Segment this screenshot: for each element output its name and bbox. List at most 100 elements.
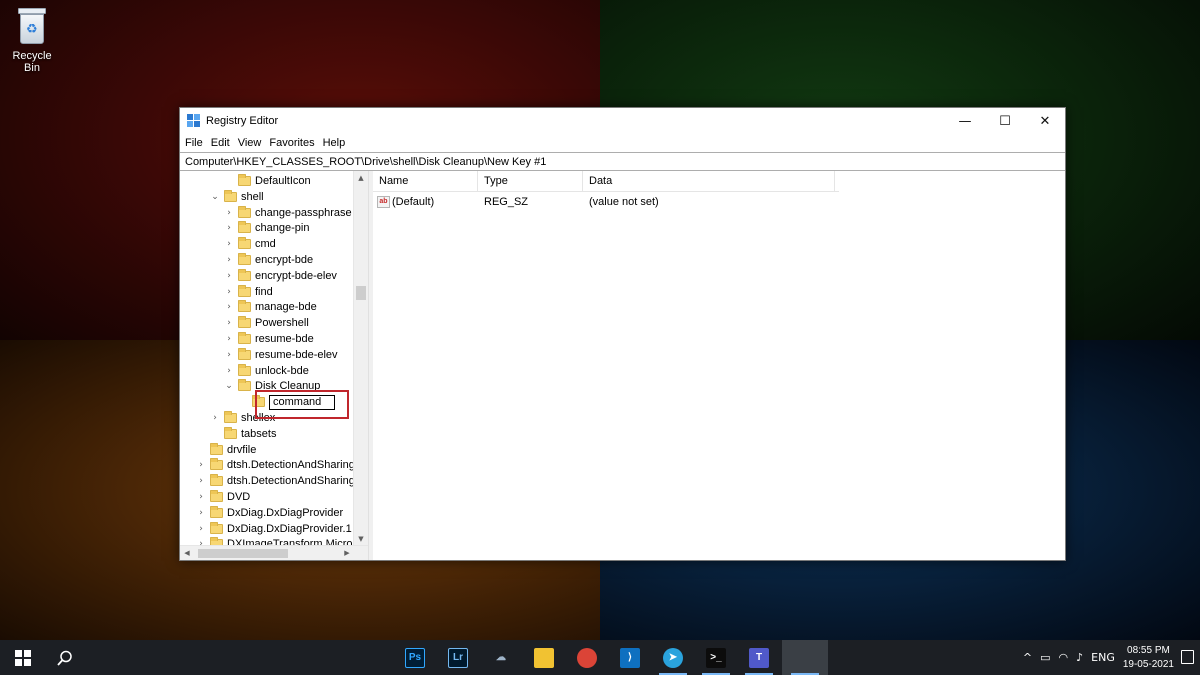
- chevron-right-icon[interactable]: ›: [196, 460, 206, 470]
- start-button[interactable]: [0, 640, 46, 675]
- address-bar[interactable]: Computer\HKEY_CLASSES_ROOT\Drive\shell\D…: [180, 152, 1065, 171]
- scroll-up-icon[interactable]: ▲: [354, 171, 368, 185]
- taskbar-app-button[interactable]: ⟩: [607, 640, 653, 675]
- key-tree-pane[interactable]: DefaultIcon ⌄ shell › change-passphrase › chan…: [180, 171, 369, 560]
- chevron-right-icon[interactable]: ›: [224, 302, 234, 312]
- tree-item-label: change-passphrase: [255, 206, 352, 219]
- taskbar-app-button[interactable]: ☁: [478, 640, 524, 675]
- tray-overflow-chevron-icon[interactable]: ^: [1023, 651, 1032, 664]
- tree-item[interactable]: › cmd: [224, 236, 276, 252]
- recycle-bin-shortcut[interactable]: Recycle Bin: [4, 6, 60, 74]
- chevron-right-icon[interactable]: ›: [224, 334, 234, 344]
- tree-item[interactable]: › encrypt-bde-elev: [224, 268, 337, 284]
- notification-center-icon[interactable]: [1181, 650, 1194, 664]
- tree-item[interactable]: › find: [224, 284, 273, 300]
- tree-item[interactable]: › change-passphrase: [224, 205, 352, 221]
- taskbar-app-button[interactable]: [521, 640, 567, 675]
- tree-item[interactable]: › unlock-bde: [224, 363, 309, 379]
- value-type: REG_SZ: [484, 196, 529, 208]
- taskbar-app-button[interactable]: Ps: [392, 640, 438, 675]
- scroll-down-icon[interactable]: ▼: [354, 532, 368, 546]
- menu-file[interactable]: File: [185, 137, 203, 149]
- scroll-left-icon[interactable]: ◀: [180, 546, 194, 560]
- tree-item[interactable]: › change-pin: [224, 220, 309, 236]
- column-header-type[interactable]: Type: [478, 171, 583, 192]
- maximize-button[interactable]: ☐: [985, 108, 1025, 134]
- tree-item[interactable]: › dtsh.DetectionAndSharing: [196, 473, 354, 489]
- tree-item[interactable]: › Powershell: [224, 315, 309, 331]
- lightroom-icon: Lr: [448, 647, 468, 668]
- chevron-right-icon[interactable]: ›: [224, 239, 234, 249]
- tree-item[interactable]: › resume-bde: [224, 331, 314, 347]
- tree-item[interactable]: › DxDiag.DxDiagProvider: [196, 505, 343, 521]
- values-list-pane[interactable]: Name Type Data ab (Default) REG_SZ (valu…: [373, 171, 1065, 560]
- chevron-right-icon[interactable]: ›: [210, 413, 220, 423]
- string-value-icon: ab: [377, 196, 390, 208]
- chevron-right-icon[interactable]: ›: [196, 476, 206, 486]
- tree-item[interactable]: › dtsh.DetectionAndSharing: [196, 457, 354, 473]
- window-titlebar[interactable]: Registry Editor — ☐ ✕: [180, 108, 1065, 134]
- chevron-right-icon[interactable]: ›: [196, 524, 206, 534]
- tree-item-label: DxDiag.DxDiagProvider.1: [227, 522, 352, 535]
- chevron-right-icon[interactable]: ›: [224, 350, 234, 360]
- search-button[interactable]: [42, 640, 88, 675]
- column-header-data[interactable]: Data: [583, 171, 835, 192]
- volume-icon[interactable]: ♪: [1076, 651, 1083, 664]
- close-button[interactable]: ✕: [1025, 108, 1065, 134]
- menu-favorites[interactable]: Favorites: [269, 137, 314, 149]
- taskbar-app-button[interactable]: T: [736, 640, 782, 675]
- tree-item-label: DxDiag.DxDiagProvider: [227, 506, 344, 519]
- chevron-right-icon[interactable]: ›: [224, 223, 234, 233]
- folder-icon: [210, 490, 223, 502]
- tree-item-label: Powershell: [255, 317, 309, 330]
- clock[interactable]: 08:55 PM 19-05-2021: [1123, 644, 1174, 672]
- scroll-right-icon[interactable]: ▶: [340, 546, 354, 560]
- taskbar-app-button[interactable]: [782, 640, 828, 675]
- minimize-button[interactable]: —: [945, 108, 985, 134]
- battery-icon[interactable]: ▭: [1040, 651, 1050, 664]
- taskbar-app-button[interactable]: >_: [693, 640, 739, 675]
- tree-item[interactable]: › DxDiag.DxDiagProvider.1: [196, 521, 352, 537]
- chevron-right-icon[interactable]: ›: [196, 492, 206, 502]
- tree-item[interactable]: tabsets: [210, 426, 276, 442]
- terminal-icon: >_: [706, 647, 726, 668]
- tree-item-label: find: [255, 285, 273, 298]
- chevron-right-icon[interactable]: ›: [224, 318, 234, 328]
- tree-item[interactable]: DefaultIcon: [224, 173, 311, 189]
- column-header-name[interactable]: Name: [373, 171, 478, 192]
- value-row[interactable]: ab (Default) REG_SZ (value not set): [373, 193, 833, 211]
- scroll-thumb[interactable]: [356, 286, 366, 300]
- tree-item[interactable]: › DVD: [196, 489, 250, 505]
- teams-icon: T: [749, 647, 769, 668]
- taskbar-app-button[interactable]: Lr: [435, 640, 481, 675]
- tree-item[interactable]: › manage-bde: [224, 299, 317, 315]
- tree-item[interactable]: › encrypt-bde: [224, 252, 313, 268]
- chevron-right-icon[interactable]: ›: [224, 366, 234, 376]
- chevron-right-icon[interactable]: ›: [224, 287, 234, 297]
- language-indicator[interactable]: ENG: [1091, 651, 1115, 664]
- search-icon: [57, 650, 72, 666]
- folder-icon: [210, 521, 223, 534]
- window-title: Registry Editor: [206, 115, 279, 127]
- menu-view[interactable]: View: [238, 137, 262, 149]
- folder-icon: [210, 458, 223, 471]
- chevron-right-icon[interactable]: ›: [224, 208, 234, 218]
- chevron-down-icon[interactable]: ⌄: [224, 381, 234, 391]
- tree-item[interactable]: ⌄ shell: [210, 189, 264, 205]
- chevron-right-icon[interactable]: ›: [196, 508, 206, 518]
- menu-help[interactable]: Help: [323, 137, 346, 149]
- tree-vertical-scrollbar[interactable]: ▲ ▼: [353, 171, 368, 546]
- tree-item[interactable]: › resume-bde-elev: [224, 347, 338, 363]
- taskbar-app-button[interactable]: ➤: [650, 640, 696, 675]
- chevron-right-icon[interactable]: ›: [224, 271, 234, 281]
- chevron-down-icon[interactable]: ⌄: [210, 192, 220, 202]
- h-scroll-thumb[interactable]: [198, 549, 288, 558]
- value-name: (Default): [392, 196, 435, 208]
- tree-horizontal-scrollbar[interactable]: ◀ ▶: [180, 545, 368, 560]
- tree-item[interactable]: drvfile: [196, 442, 256, 458]
- folder-icon: [238, 237, 251, 250]
- menu-edit[interactable]: Edit: [211, 137, 230, 149]
- chevron-right-icon[interactable]: ›: [224, 255, 234, 265]
- taskbar-app-button[interactable]: [564, 640, 610, 675]
- wifi-icon[interactable]: ◠: [1059, 651, 1069, 664]
